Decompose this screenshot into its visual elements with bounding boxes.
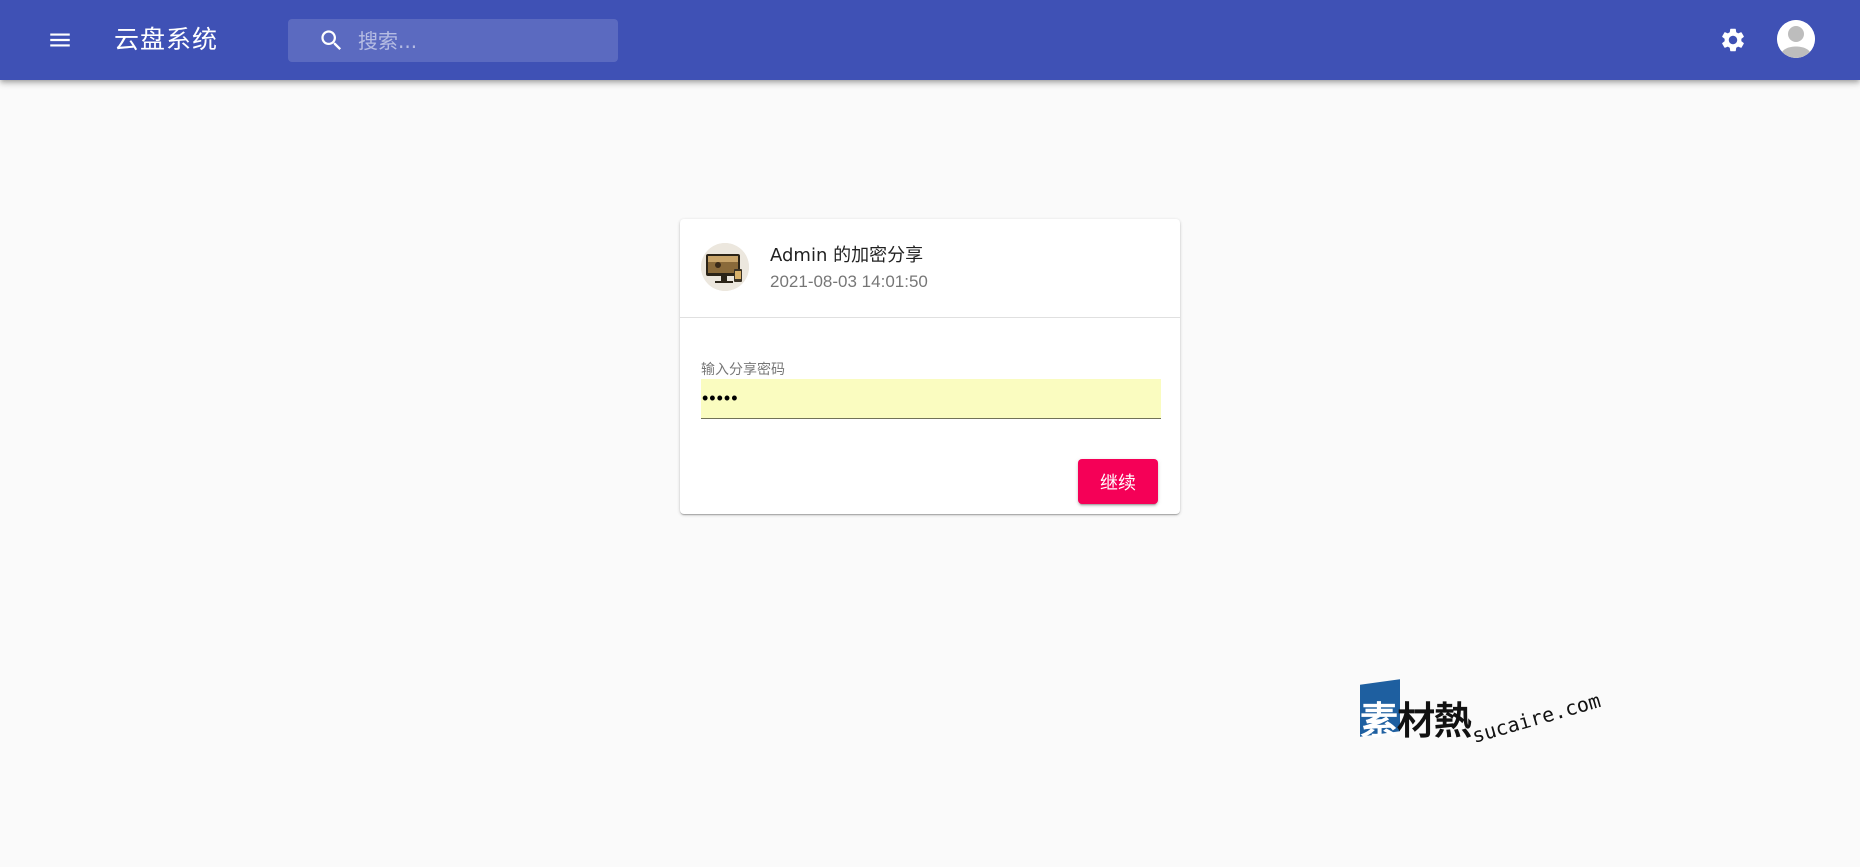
owner-avatar-image xyxy=(701,243,749,291)
menu-icon xyxy=(50,33,70,47)
share-date: 2021-08-03 14:01:50 xyxy=(770,272,928,291)
watermark-first-char: 素 xyxy=(1360,699,1398,743)
app-title: 云盘系统 xyxy=(114,25,219,54)
continue-button[interactable]: 继续 xyxy=(1078,459,1158,504)
share-owner-avatar xyxy=(701,243,749,291)
share-title: Admin 的加密分享 xyxy=(770,245,924,266)
watermark-domain: sucaire.com xyxy=(1469,688,1604,748)
search-bar[interactable] xyxy=(288,19,618,62)
user-avatar-button[interactable] xyxy=(1777,20,1815,58)
password-label: 输入分享密码 xyxy=(701,362,785,378)
share-password-card: Admin 的加密分享 2021-08-03 14:01:50 输入分享密码 继… xyxy=(680,219,1180,514)
watermark-chars: 素材熱 xyxy=(1360,690,1472,745)
menu-button[interactable] xyxy=(36,16,84,64)
search-icon xyxy=(321,30,342,51)
settings-button[interactable] xyxy=(1709,16,1757,64)
password-input[interactable] xyxy=(701,379,1161,419)
watermark-logo: 素材熱 sucaire.com xyxy=(1358,678,1618,748)
user-avatar-icon xyxy=(1777,20,1815,58)
gear-icon xyxy=(1722,28,1744,52)
search-input[interactable] xyxy=(358,19,608,62)
app-bar: 云盘系统 xyxy=(0,0,1860,80)
card-header: Admin 的加密分享 2021-08-03 14:01:50 xyxy=(680,219,1180,318)
watermark-rest-chars: 材熱 xyxy=(1397,699,1472,743)
